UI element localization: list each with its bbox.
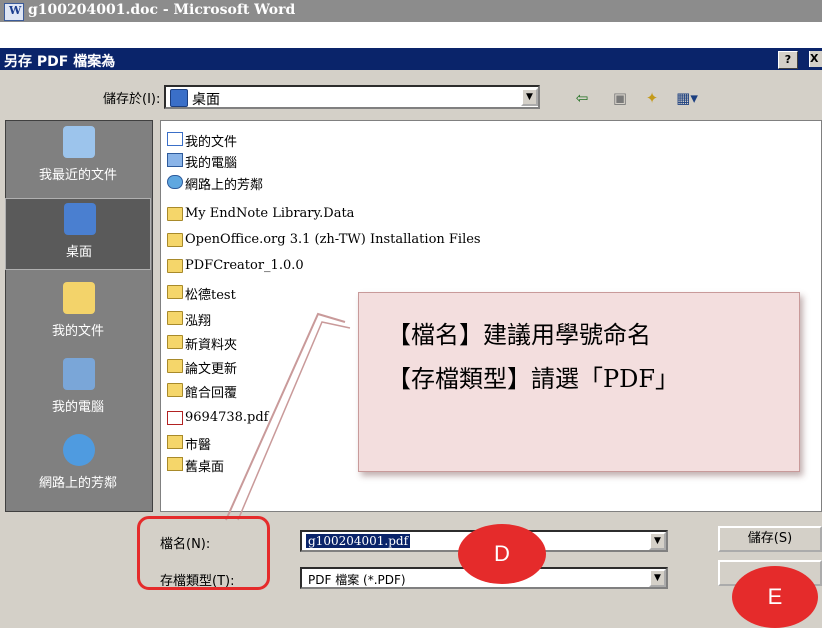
instruction-line-1: 【檔名】建議用學號命名: [387, 321, 651, 349]
marker-d: D: [458, 524, 546, 584]
instruction-line-2: 【存檔類型】請選「PDF」: [387, 365, 680, 393]
highlight-frame: [137, 516, 270, 590]
marker-e: E: [732, 566, 818, 628]
callout-pointer-line: [237, 321, 351, 521]
callout-pointer-line: [225, 312, 346, 521]
instruction-callout: 【檔名】建議用學號命名 【存檔類型】請選「PDF」: [358, 292, 800, 472]
